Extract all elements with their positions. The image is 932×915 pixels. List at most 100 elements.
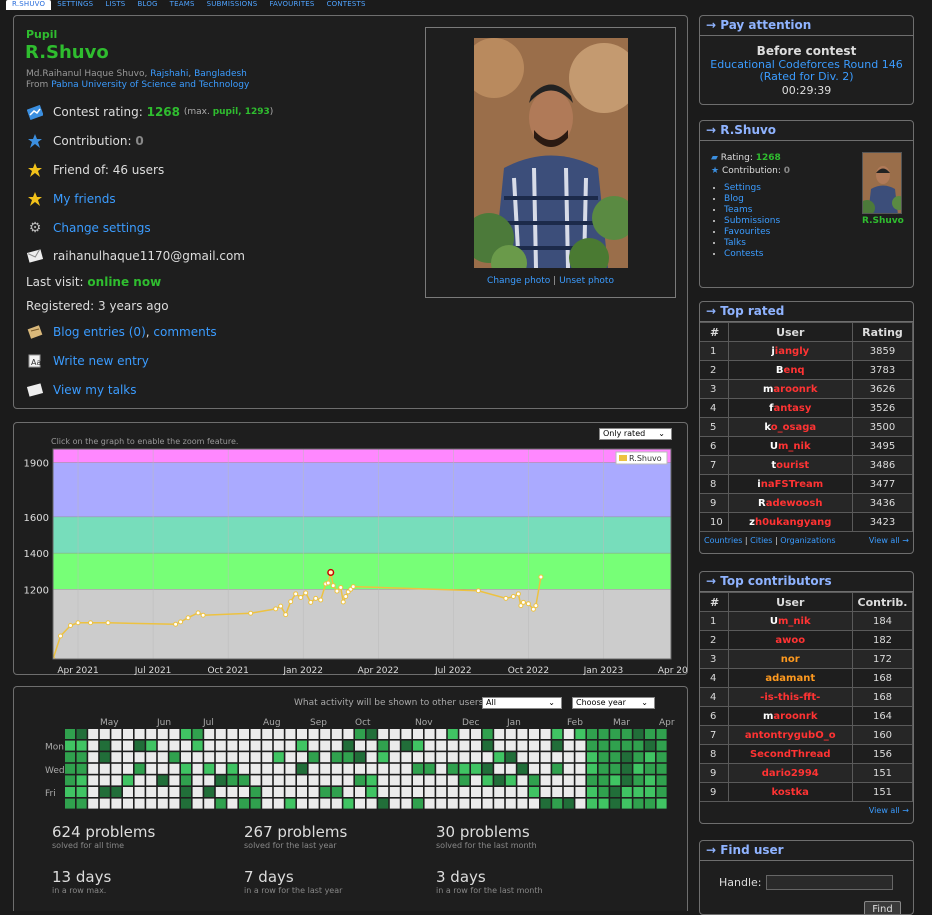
heatmap-cell bbox=[471, 775, 481, 786]
heatmap-cell bbox=[273, 787, 284, 797]
heatmap-cell bbox=[389, 752, 400, 763]
nav-item-blog[interactable]: Blog bbox=[131, 0, 163, 10]
nav-item-contests[interactable]: Contests bbox=[321, 0, 372, 10]
heatmap-cell bbox=[88, 729, 99, 739]
user-link[interactable]: kostka bbox=[772, 787, 809, 798]
rating-chart[interactable]: 1200 1400 1600 1900 Apr 2021 Jul 2021 Oct 2021… bbox=[13, 422, 688, 675]
top-rated-view-all[interactable]: View all → bbox=[869, 536, 909, 545]
user-link[interactable]: -is-this-fft- bbox=[760, 692, 820, 703]
heatmap-cell bbox=[76, 752, 87, 763]
heatmap-cell bbox=[297, 787, 307, 797]
legend-label: R.Shuvo bbox=[629, 454, 662, 463]
organization-link[interactable]: Pabna University of Science and Technolo… bbox=[51, 80, 249, 90]
heatmap-cell bbox=[459, 752, 470, 763]
city-link[interactable]: Rajshahi bbox=[150, 69, 188, 79]
nav-item-rshuvo[interactable]: R.Shuvo bbox=[6, 0, 52, 10]
nav-item-lists[interactable]: Lists bbox=[99, 0, 131, 10]
stat-value: 30 problems bbox=[436, 823, 530, 841]
heatmap-cell bbox=[146, 787, 157, 797]
write-entry-link[interactable]: Write new entry bbox=[53, 354, 149, 368]
sidebar-link-submissions[interactable]: Submissions bbox=[724, 216, 780, 227]
table-row: 3 maroonrk 3626 bbox=[700, 379, 913, 399]
user-link[interactable]: Benq bbox=[776, 365, 805, 376]
countries-link[interactable]: Countries bbox=[704, 536, 742, 545]
heatmap-cell bbox=[610, 798, 621, 809]
heatmap-cell bbox=[239, 763, 249, 774]
heatmap-cell bbox=[239, 798, 249, 809]
user-link[interactable]: antontrygubO_o bbox=[745, 730, 836, 741]
write-entry-row[interactable]: Aa Write new entry bbox=[26, 352, 149, 370]
rating-chart-box: Click on the graph to enable the zoom fe… bbox=[13, 422, 688, 675]
user-link[interactable]: ko_osaga bbox=[764, 422, 816, 433]
nav-item-teams[interactable]: Teams bbox=[164, 0, 201, 10]
heatmap-cell bbox=[250, 775, 261, 786]
heatmap-cell bbox=[181, 763, 191, 774]
user-link[interactable]: awoo bbox=[775, 635, 805, 646]
blog-entries-link[interactable]: Blog entries (0) bbox=[53, 325, 146, 339]
heatmap-cell bbox=[146, 729, 157, 739]
heatmap-cell bbox=[308, 740, 319, 751]
month-label: Oct bbox=[355, 718, 371, 728]
rating-point bbox=[248, 610, 254, 616]
mini-handle[interactable]: R.Shuvo bbox=[862, 216, 904, 226]
column-header: # bbox=[700, 322, 729, 342]
heatmap-cell bbox=[366, 763, 377, 774]
my-friends-row[interactable]: My friends bbox=[26, 190, 116, 208]
sidebar-link-blog[interactable]: Blog bbox=[724, 194, 780, 205]
user-link[interactable]: SecondThread bbox=[750, 749, 831, 760]
heatmap-cell bbox=[378, 729, 389, 739]
weekday-label: Mon bbox=[45, 743, 64, 753]
user-link[interactable]: inaFSTream bbox=[757, 479, 823, 490]
nav-item-favourites[interactable]: Favourites bbox=[263, 0, 320, 10]
sidebar-link-settings[interactable]: Settings bbox=[724, 183, 780, 194]
country-link[interactable]: Bangladesh bbox=[194, 69, 247, 79]
heatmap-cell bbox=[227, 729, 238, 739]
heatmap-cell bbox=[65, 740, 75, 751]
sidebar-link-favourites[interactable]: Favourites bbox=[724, 227, 780, 238]
view-talks-link[interactable]: View my talks bbox=[53, 383, 137, 397]
user-link[interactable]: Radewoosh bbox=[758, 498, 822, 509]
user-link[interactable]: maroonrk bbox=[763, 711, 818, 722]
heatmap-cell bbox=[656, 775, 667, 786]
user-link[interactable]: fantasy bbox=[769, 403, 811, 414]
user-link[interactable]: nor bbox=[781, 654, 800, 665]
sidebar-link-teams[interactable]: Teams bbox=[724, 205, 780, 216]
user-link[interactable]: Um_nik bbox=[770, 441, 811, 452]
unset-photo-link[interactable]: Unset photo bbox=[559, 276, 614, 286]
legend-swatch bbox=[619, 455, 627, 461]
organizations-link[interactable]: Organizations bbox=[780, 536, 835, 545]
rating-band bbox=[53, 516, 671, 554]
heatmap-cell bbox=[273, 763, 284, 774]
nav-item-submissions[interactable]: Submissions bbox=[201, 0, 264, 10]
find-button[interactable]: Find bbox=[864, 901, 901, 914]
heatmap-cell bbox=[123, 740, 133, 751]
gold-star-icon bbox=[26, 161, 44, 179]
change-photo-link[interactable]: Change photo bbox=[487, 276, 550, 286]
user-link[interactable]: tourist bbox=[771, 460, 809, 471]
heatmap-cell bbox=[633, 775, 644, 786]
top-contributors-view-all[interactable]: View all → bbox=[869, 806, 909, 815]
user-link[interactable]: jiangly bbox=[771, 346, 809, 357]
sidebar-link-contests[interactable]: Contests bbox=[724, 249, 780, 260]
user-link[interactable]: adamant bbox=[765, 673, 815, 684]
user-link[interactable]: dario2994 bbox=[762, 768, 819, 779]
rating-point bbox=[273, 606, 279, 612]
settings-row[interactable]: ⚙ Change settings bbox=[26, 219, 151, 237]
comments-link[interactable]: comments bbox=[153, 325, 216, 339]
nav-item-settings[interactable]: Settings bbox=[51, 0, 99, 10]
user-link[interactable]: zh0ukangyang bbox=[749, 517, 831, 528]
user-link[interactable]: Um_nik bbox=[770, 616, 811, 627]
sidebar-link-talks[interactable]: Talks bbox=[724, 238, 780, 249]
user-link[interactable]: maroonrk bbox=[763, 384, 818, 395]
cities-link[interactable]: Cities bbox=[750, 536, 772, 545]
talks-row[interactable]: View my talks bbox=[26, 381, 137, 399]
heatmap-cell bbox=[563, 740, 574, 751]
heatmap-cell bbox=[331, 775, 342, 786]
change-settings-link[interactable]: Change settings bbox=[53, 221, 151, 235]
handle-input[interactable] bbox=[766, 875, 893, 890]
heatmap-cell bbox=[413, 775, 423, 786]
my-friends-link[interactable]: My friends bbox=[53, 192, 116, 206]
contest-link[interactable]: Educational Codeforces Round 146 (Rated … bbox=[700, 58, 913, 84]
heatmap-cell bbox=[215, 729, 226, 739]
heatmap-cell bbox=[331, 798, 342, 809]
